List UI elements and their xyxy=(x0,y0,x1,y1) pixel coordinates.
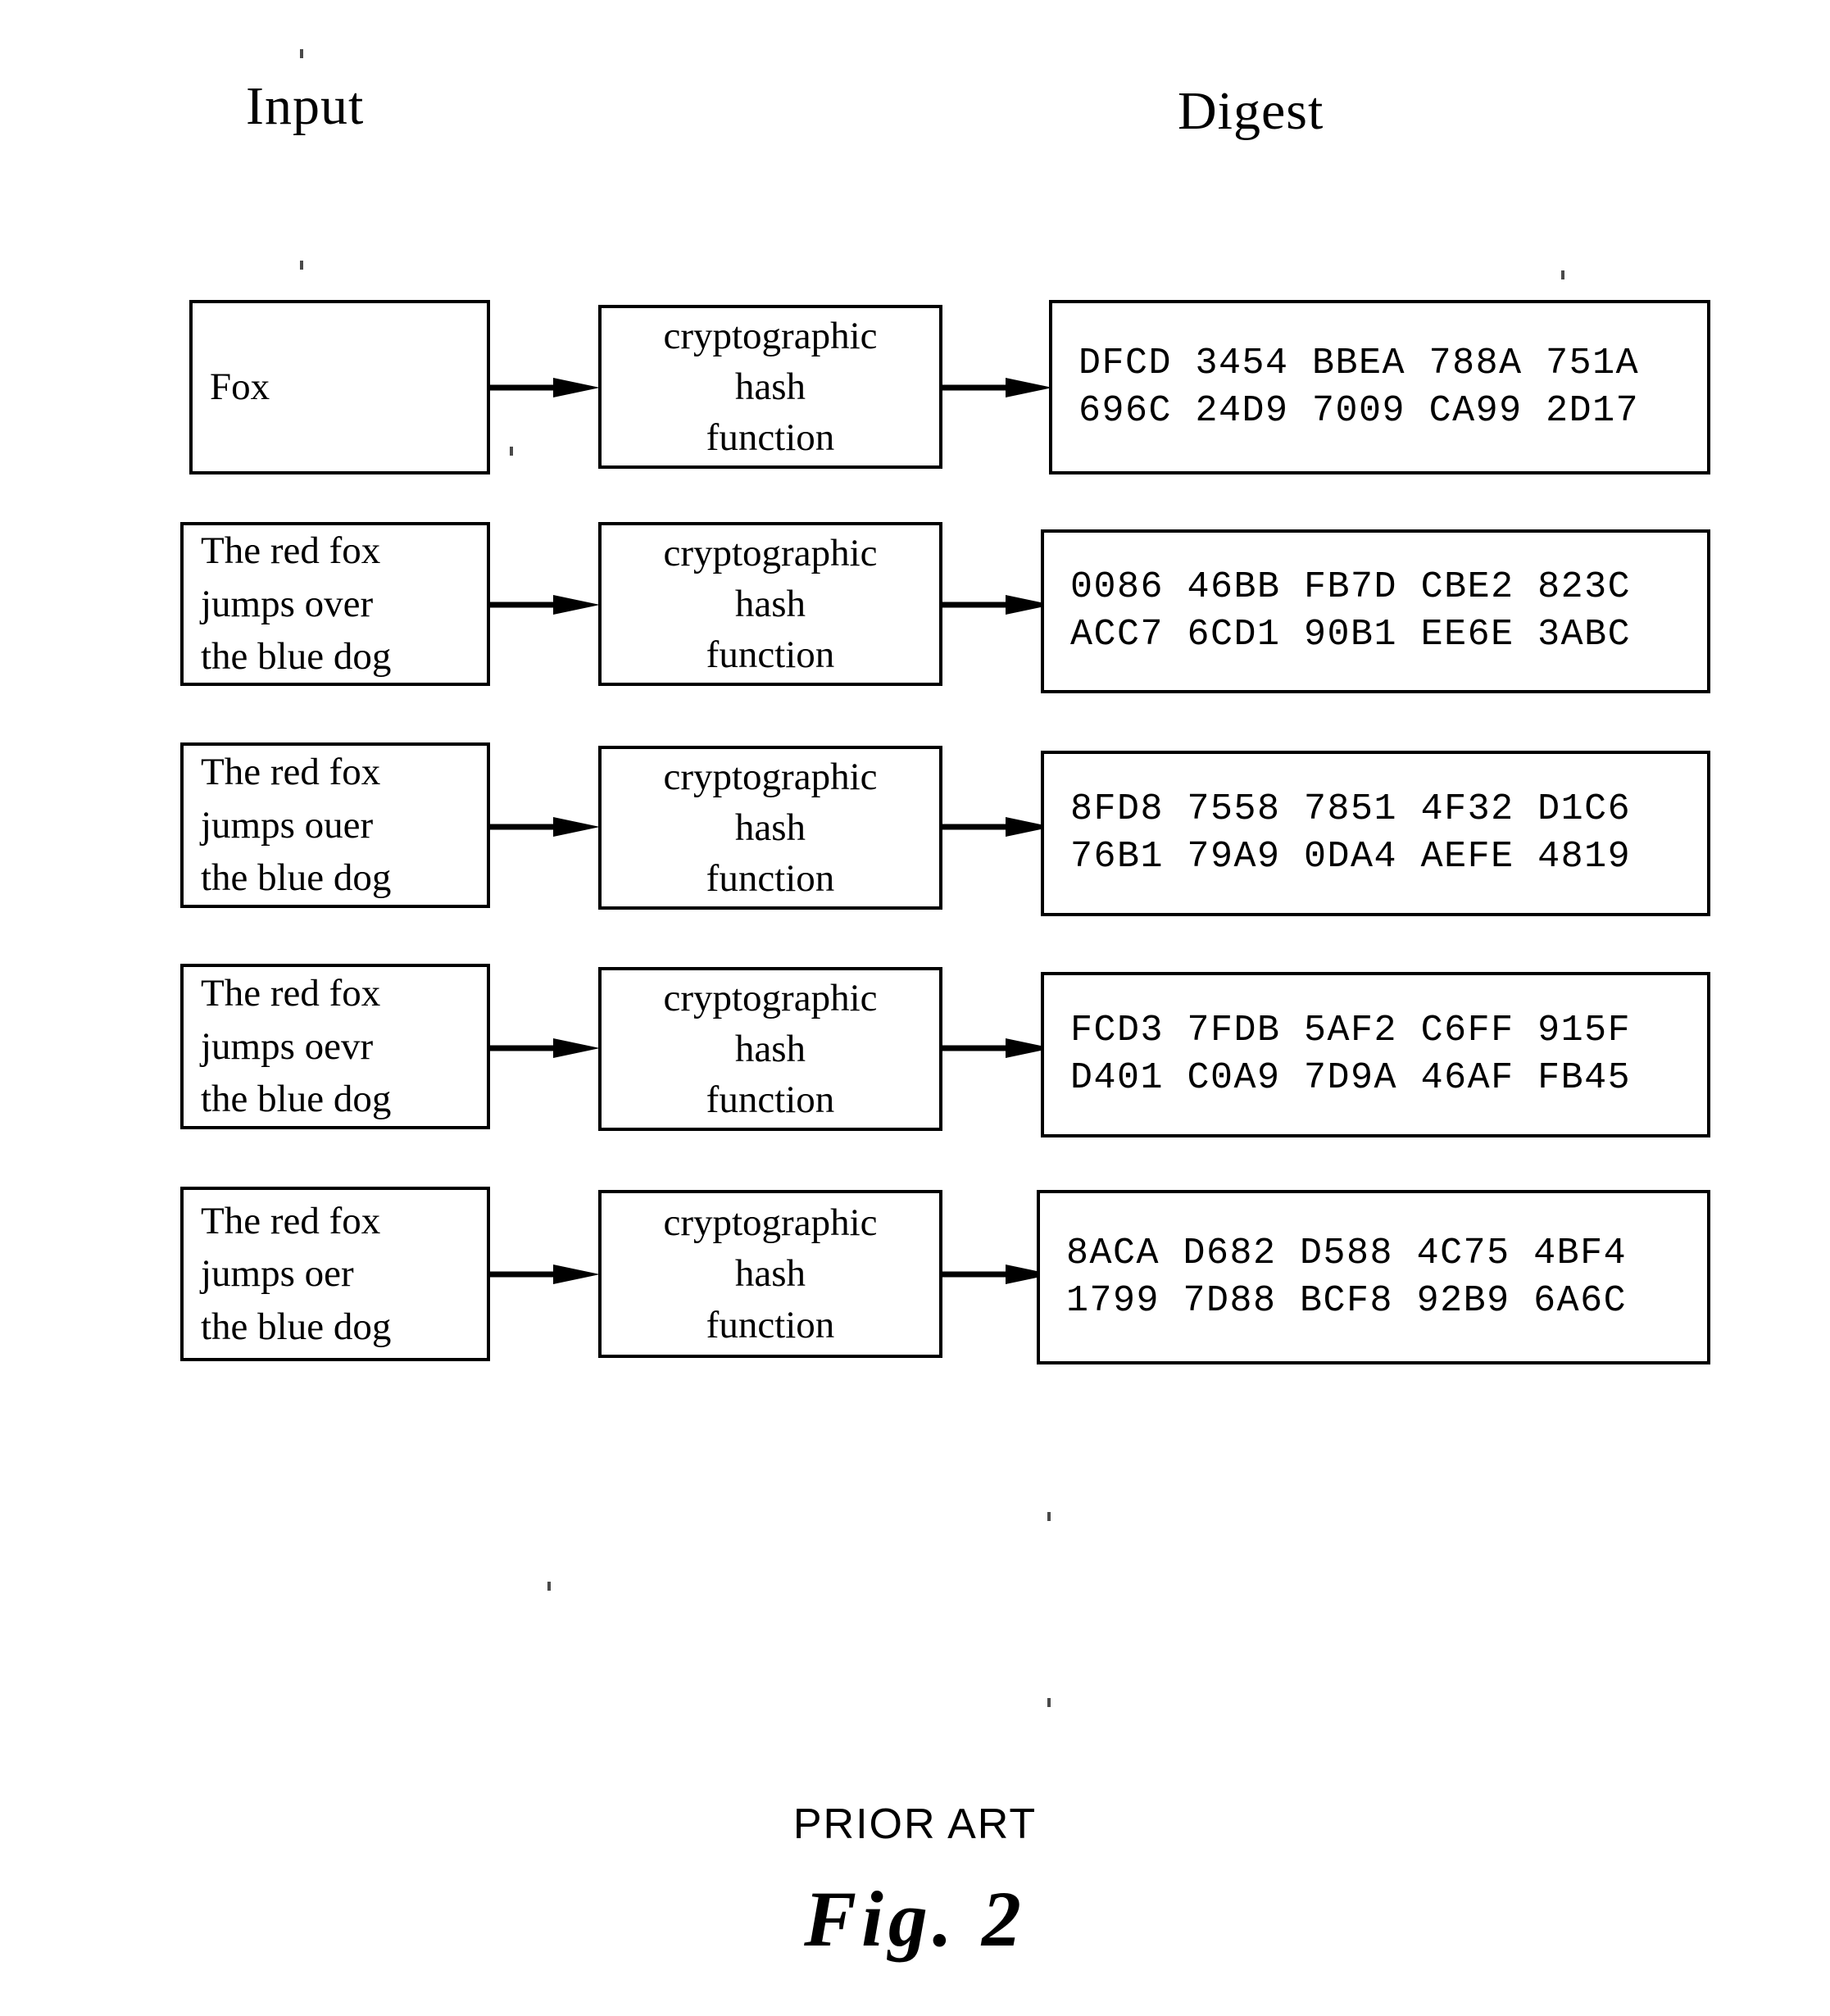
scan-speck xyxy=(510,447,513,456)
input-text: Fox xyxy=(210,366,270,409)
input-text: The red fox jumps oevr the blue dog xyxy=(201,972,392,1121)
column-header-digest: Digest xyxy=(1178,81,1324,141)
hash-function-box: cryptographic hash function xyxy=(598,967,942,1131)
flow-arrow-hash-to-digest xyxy=(942,817,1052,837)
digest-text: FCD3 7FDB 5AF2 C6FF 915F D401 C0A9 7D9A … xyxy=(1070,1010,1632,1099)
flow-arrow-input-to-hash xyxy=(489,1265,600,1284)
input-box: Fox xyxy=(189,300,490,474)
column-header-input: Input xyxy=(246,76,365,136)
input-box: The red fox jumps oer the blue dog xyxy=(180,1187,490,1361)
hash-function-label: cryptographic hash function xyxy=(663,531,878,677)
input-box: The red fox jumps ouer the blue dog xyxy=(180,742,490,908)
digest-text: 8FD8 7558 7851 4F32 D1C6 76B1 79A9 0DA4 … xyxy=(1070,788,1632,878)
input-box: The red fox jumps oevr the blue dog xyxy=(180,964,490,1129)
flow-arrow-input-to-hash xyxy=(489,817,600,837)
input-text: The red fox jumps oer the blue dog xyxy=(201,1199,392,1348)
digest-text: 8ACA D682 D588 4C75 4BF4 1799 7D88 BCF8 … xyxy=(1066,1232,1628,1322)
digest-box: DFCD 3454 BBEA 788A 751A 696C 24D9 7009 … xyxy=(1049,300,1710,474)
digest-box: FCD3 7FDB 5AF2 C6FF 915F D401 C0A9 7D9A … xyxy=(1041,972,1710,1137)
input-text: The red fox jumps ouer the blue dog xyxy=(201,751,392,900)
input-text: The red fox jumps over the blue dog xyxy=(201,529,392,679)
hash-function-label: cryptographic hash function xyxy=(663,755,878,901)
prior-art-label: PRIOR ART xyxy=(792,1800,1038,1848)
scan-speck xyxy=(300,49,303,58)
scan-speck xyxy=(300,261,303,270)
scan-speck xyxy=(1047,1512,1051,1521)
figure-number-label: Fig. 2 xyxy=(804,1875,1026,1963)
flow-arrow-hash-to-digest xyxy=(942,378,1052,397)
flow-arrow-input-to-hash xyxy=(489,1038,600,1058)
input-box: The red fox jumps over the blue dog xyxy=(180,522,490,686)
hash-function-box: cryptographic hash function xyxy=(598,305,942,469)
digest-text: 0086 46BB FB7D CBE2 823C ACC7 6CD1 90B1 … xyxy=(1070,566,1632,656)
figure-sheet: Input Digest Fox cryptographic hash func… xyxy=(0,0,1830,2016)
scan-speck xyxy=(1047,1698,1051,1707)
flow-arrow-hash-to-digest xyxy=(942,1038,1052,1058)
flow-arrow-input-to-hash xyxy=(489,378,600,397)
flow-arrow-hash-to-digest xyxy=(942,595,1052,615)
hash-function-label: cryptographic hash function xyxy=(663,976,878,1122)
hash-function-box: cryptographic hash function xyxy=(598,522,942,686)
digest-box: 0086 46BB FB7D CBE2 823C ACC7 6CD1 90B1 … xyxy=(1041,529,1710,693)
hash-function-box: cryptographic hash function xyxy=(598,746,942,910)
scan-speck xyxy=(1561,270,1564,279)
scan-speck xyxy=(547,1582,551,1591)
digest-text: DFCD 3454 BBEA 788A 751A 696C 24D9 7009 … xyxy=(1078,342,1640,432)
digest-box: 8FD8 7558 7851 4F32 D1C6 76B1 79A9 0DA4 … xyxy=(1041,751,1710,916)
hash-function-label: cryptographic hash function xyxy=(663,1201,878,1346)
flow-arrow-input-to-hash xyxy=(489,595,600,615)
hash-function-box: cryptographic hash function xyxy=(598,1190,942,1358)
digest-box: 8ACA D682 D588 4C75 4BF4 1799 7D88 BCF8 … xyxy=(1037,1190,1710,1364)
hash-function-label: cryptographic hash function xyxy=(663,314,878,460)
